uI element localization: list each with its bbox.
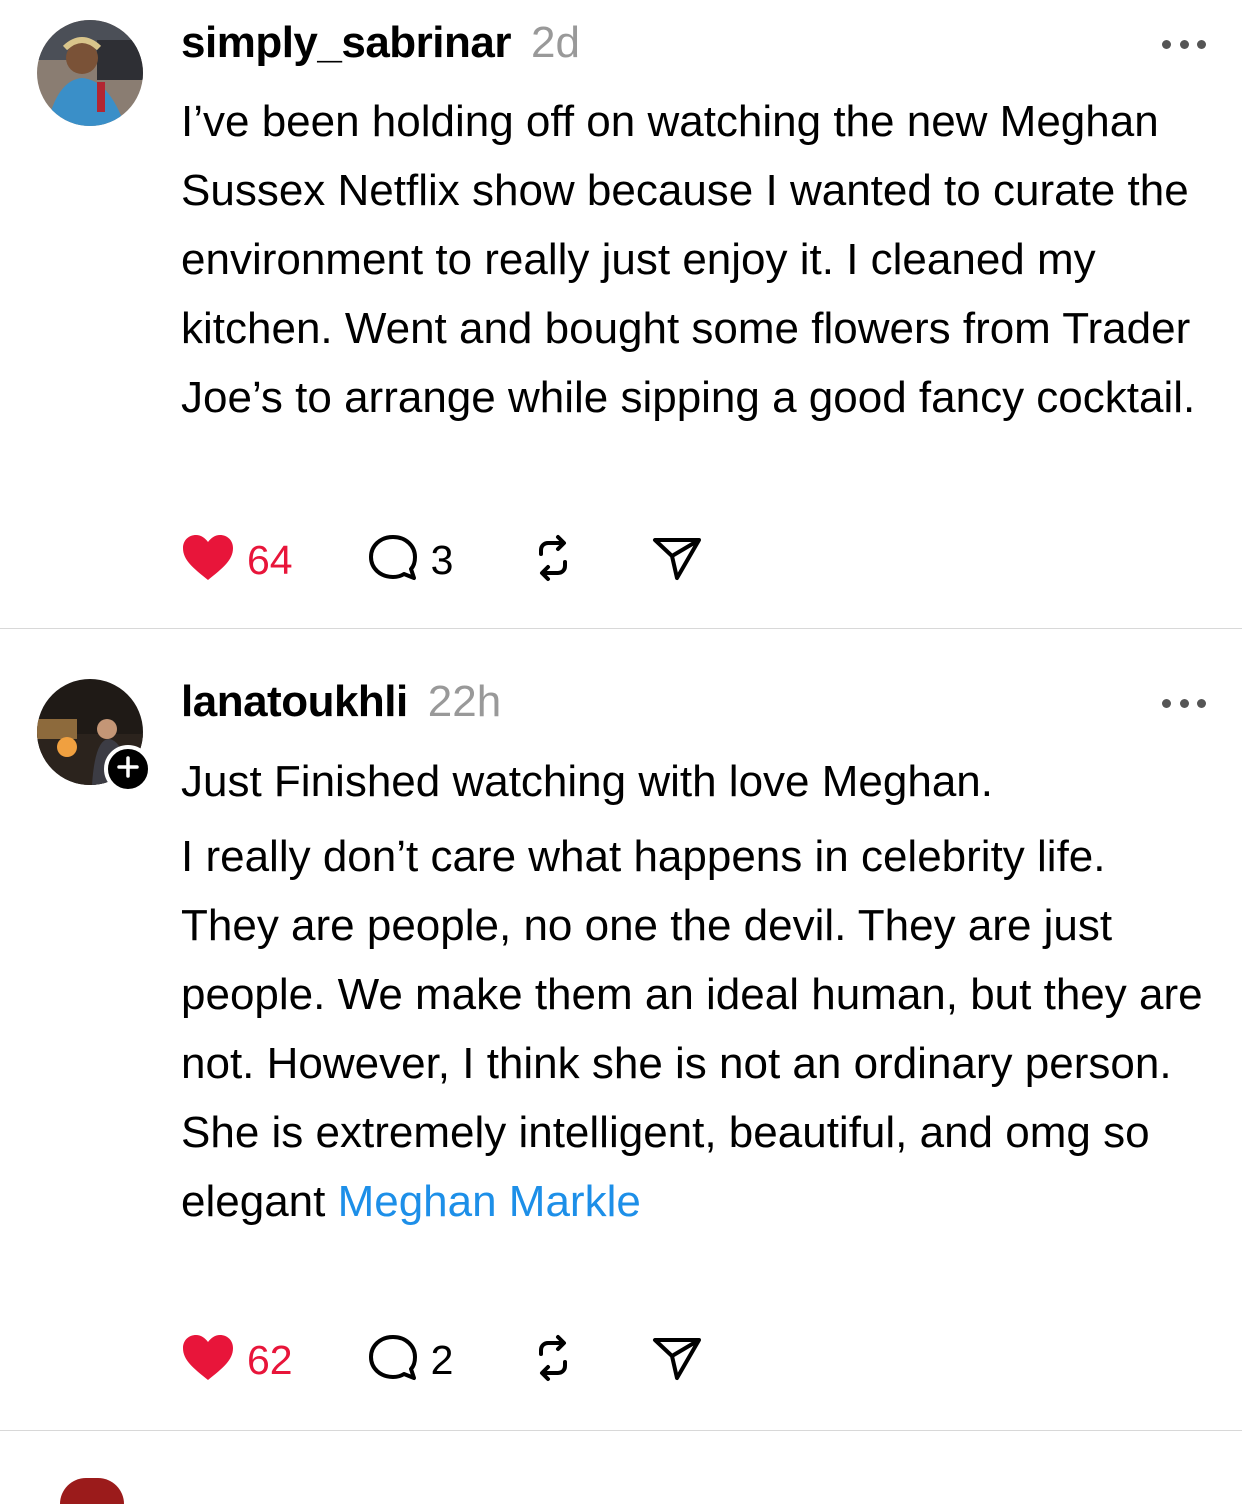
reply-button[interactable]: 3 — [367, 533, 454, 588]
repost-button[interactable] — [527, 1332, 579, 1389]
send-icon — [651, 1334, 703, 1387]
post: simply_sabrinar 2d I’ve been holding off… — [0, 0, 1242, 628]
like-button[interactable]: 64 — [181, 534, 293, 587]
divider — [0, 1430, 1242, 1431]
post-header: lanatoukhli 22h — [181, 677, 501, 727]
more-icon[interactable] — [1162, 697, 1206, 709]
like-count: 64 — [247, 536, 293, 583]
comment-icon — [367, 533, 419, 588]
like-button[interactable]: 62 — [181, 1334, 293, 1387]
username[interactable]: simply_sabrinar — [181, 18, 512, 68]
post-body-first-line: Just Finished watching with love Meghan. — [181, 757, 993, 806]
next-post-avatar[interactable] — [60, 1478, 124, 1504]
timestamp: 22h — [427, 677, 502, 726]
more-icon[interactable] — [1162, 38, 1206, 50]
timestamp: 2d — [531, 18, 580, 67]
reply-count: 2 — [430, 1336, 454, 1383]
post-body-rest: I really don’t care what happens in cele… — [181, 832, 1203, 1226]
post-header: simply_sabrinar 2d — [181, 18, 580, 68]
share-button[interactable] — [651, 1334, 703, 1387]
post-body: I’ve been holding off on watching the ne… — [181, 97, 1196, 422]
post-text: Just Finished watching with love Meghan.… — [181, 747, 1211, 1236]
plus-icon — [117, 755, 139, 783]
avatar[interactable] — [37, 20, 143, 126]
action-bar: 62 2 — [181, 1334, 703, 1386]
username[interactable]: lanatoukhli — [181, 677, 408, 727]
repost-button[interactable] — [527, 532, 579, 589]
post-text: I’ve been holding off on watching the ne… — [181, 87, 1211, 432]
mention-link[interactable]: Meghan Markle — [338, 1177, 641, 1226]
heart-icon — [181, 1334, 235, 1387]
heart-icon — [181, 534, 235, 587]
post-body: I really don’t care what happens in cele… — [181, 822, 1211, 1236]
follow-button[interactable] — [104, 745, 152, 793]
reply-button[interactable]: 2 — [367, 1333, 454, 1388]
share-button[interactable] — [651, 534, 703, 587]
like-count: 62 — [247, 1336, 293, 1383]
repost-icon — [527, 532, 579, 589]
action-bar: 64 3 — [181, 534, 703, 586]
comment-icon — [367, 1333, 419, 1388]
reply-count: 3 — [430, 536, 454, 583]
post: lanatoukhli 22h Just Finished watching w… — [0, 629, 1242, 1429]
repost-icon — [527, 1332, 579, 1389]
send-icon — [651, 534, 703, 587]
